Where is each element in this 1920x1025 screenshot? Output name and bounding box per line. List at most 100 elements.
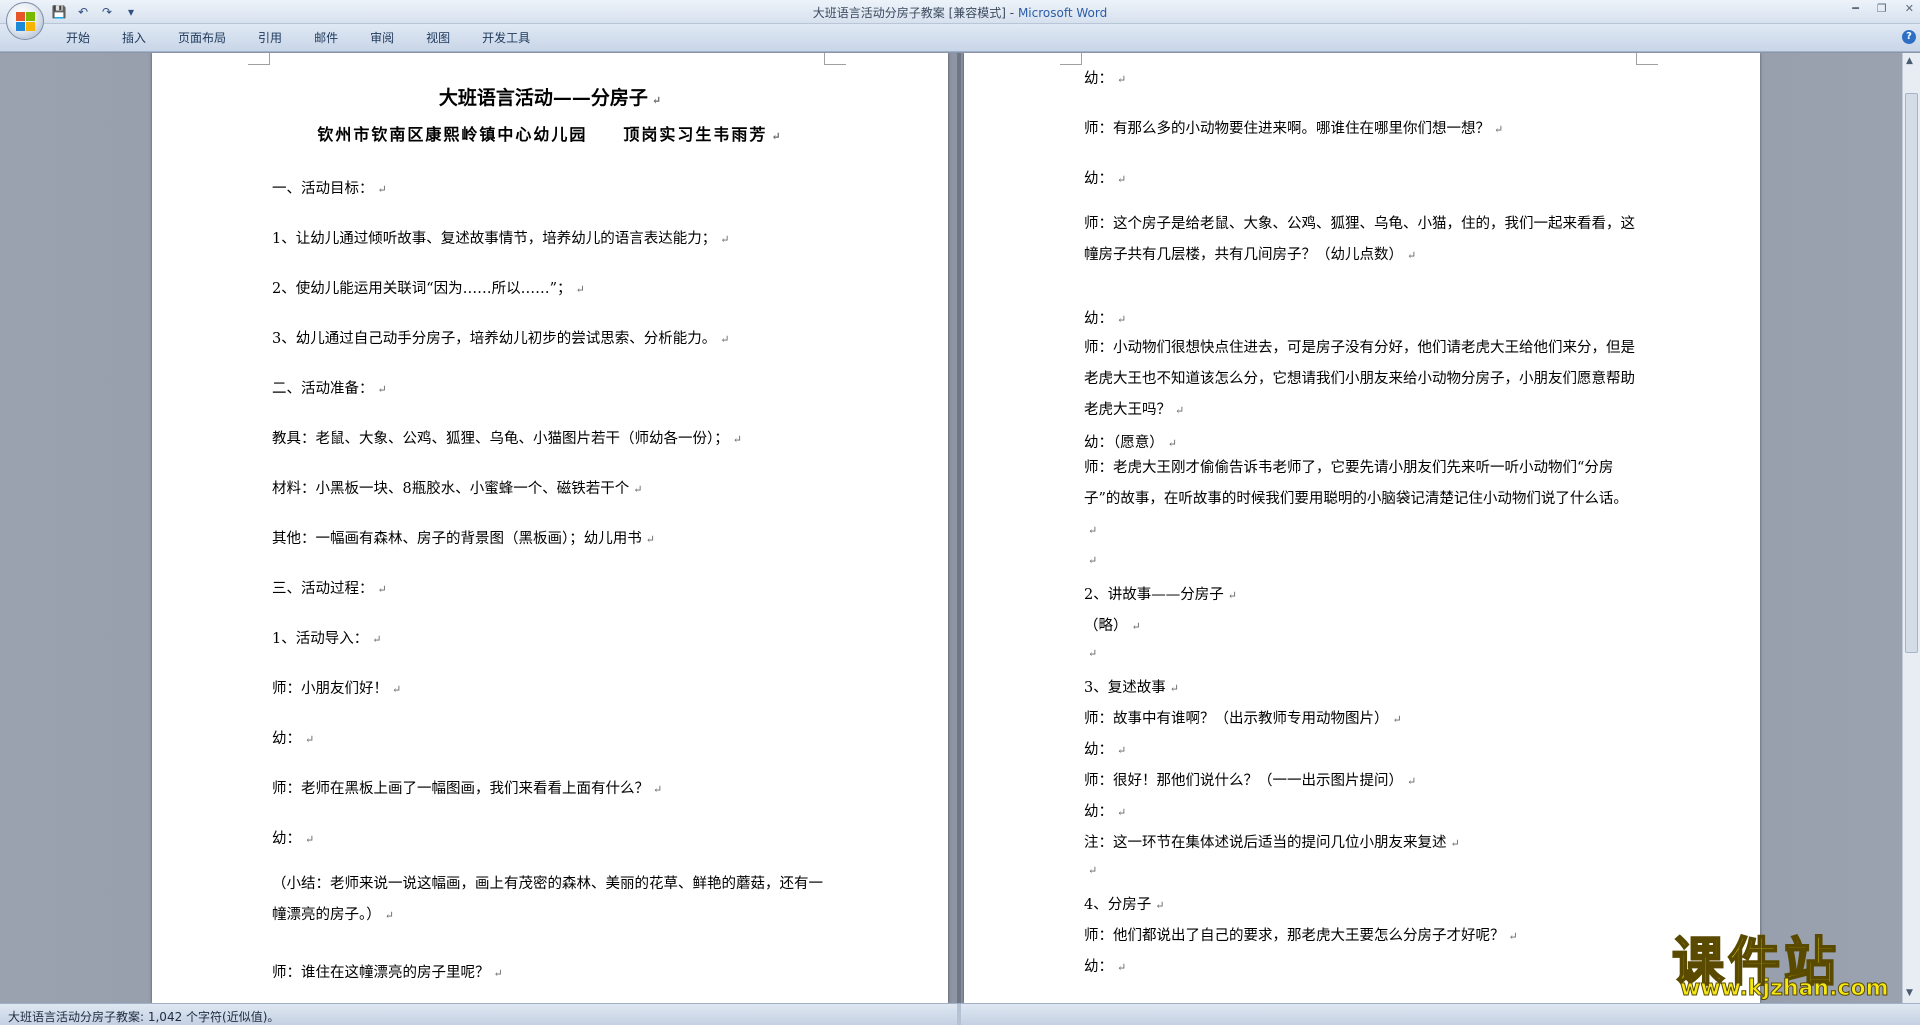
- paragraph-text: 幼：: [272, 831, 301, 847]
- paragraph: 三、活动过程：: [272, 577, 387, 598]
- paragraph-mark: [1451, 837, 1460, 850]
- scroll-thumb[interactable]: [1905, 93, 1918, 653]
- paragraph: （略）: [1084, 614, 1141, 635]
- paragraph-mark: [733, 433, 742, 446]
- paragraph-text: 师：小动物们很想快点住进去，可是房子没有分好，他们请老虎大王给他们来分，但是老虎…: [1084, 340, 1635, 418]
- close-icon[interactable]: ✕: [1905, 2, 1914, 15]
- paragraph: 师：小朋友们好！: [272, 677, 401, 698]
- paragraph: 师：有那么多的小动物要住进来啊。哪谁住在哪里你们想一想？: [1084, 117, 1503, 138]
- restore-icon[interactable]: ❐: [1877, 2, 1887, 15]
- paragraph-mark: [1168, 437, 1177, 450]
- paragraph-mark: [378, 383, 387, 396]
- paragraph: [1084, 862, 1097, 878]
- paragraph: [1084, 645, 1097, 661]
- paragraph-text: 3、复述故事: [1084, 680, 1166, 696]
- paragraph: 师：谁住在这幢漂亮的房子里呢？: [272, 961, 503, 982]
- paragraph: 师：故事中有谁啊？（出示教师专用动物图片）: [1084, 707, 1402, 728]
- paragraph-text: 师：这个房子是给老鼠、大象、公鸡、狐狸、乌龟、小猫，住的，我们一起来看看，这幢房…: [1084, 216, 1635, 263]
- paragraph-mark: [1117, 173, 1126, 186]
- paragraph-text: 3、幼儿通过自己动手分房子，培养幼儿初步的尝试思索、分析能力。: [272, 331, 717, 347]
- paragraph: 1、让幼儿通过倾听故事、复述故事情节，培养幼儿的语言表达能力；: [272, 227, 729, 248]
- heading-text: 大班语言活动——分房子: [438, 87, 648, 109]
- paragraph-text: 1、让幼儿通过倾听故事、复述故事情节，培养幼儿的语言表达能力；: [272, 231, 717, 247]
- status-divider: [957, 1004, 961, 1025]
- status-bar: 大班语言活动分房子教案: 1,042 个字符(近似值)。: [0, 1003, 1920, 1025]
- tab-page-layout[interactable]: 页面布局: [162, 30, 242, 46]
- subheading-text: 钦州市钦南区康熙岭镇中心幼儿园 顶岗实习生韦雨芳: [317, 125, 768, 144]
- ribbon: 开始 插入 页面布局 引用 邮件 审阅 视图 开发工具 ?: [0, 24, 1920, 52]
- tab-insert[interactable]: 插入: [106, 30, 162, 46]
- title-bar: 💾 ↶ ↷ ▾ 大班语言活动分房子教案 [兼容模式] - Microsoft W…: [0, 0, 1920, 24]
- paragraph-text: 幼：（愿意）: [1084, 435, 1164, 451]
- tab-view[interactable]: 视图: [410, 30, 466, 46]
- tab-references[interactable]: 引用: [242, 30, 298, 46]
- paragraph: 师：小动物们很想快点住进去，可是房子没有分好，他们请老虎大王给他们来分，但是老虎…: [1084, 333, 1640, 426]
- paragraph-text: （小结：老师来说一说这幅画，画上有茂密的森林、美丽的花草、鲜艳的蘑菇，还有一幢漂…: [272, 876, 823, 923]
- tab-developer[interactable]: 开发工具: [466, 30, 546, 46]
- paragraph-text: 师：他们都说出了自己的要求，那老虎大王要怎么分房子才好呢？: [1084, 928, 1505, 944]
- office-button[interactable]: [6, 2, 44, 40]
- paragraph: 二、活动准备：: [272, 377, 387, 398]
- paragraph: 其他：一幅画有森林、房子的背景图（黑板画）；幼儿用书: [272, 527, 655, 548]
- paragraph-mark: [378, 583, 387, 596]
- paragraph-mark: [1407, 249, 1416, 262]
- paragraph-text: 师：有那么多的小动物要住进来啊。哪谁住在哪里你们想一想？: [1084, 121, 1490, 137]
- paragraph-text: （略）: [1084, 618, 1128, 634]
- paragraph: 幼：: [1084, 955, 1126, 976]
- page-left[interactable]: 大班语言活动——分房子 钦州市钦南区康熙岭镇中心幼儿园 顶岗实习生韦雨芳 一、活…: [152, 53, 948, 1003]
- paragraph-text: 幼：: [1084, 742, 1113, 758]
- paragraph-mark: [1175, 404, 1184, 417]
- tab-mailings[interactable]: 邮件: [298, 30, 354, 46]
- paragraph-text: 其他：一幅画有森林、房子的背景图（黑板画）；幼儿用书: [272, 531, 642, 547]
- paragraph: 3、复述故事: [1084, 676, 1179, 697]
- paragraph-text: 师：故事中有谁啊？（出示教师专用动物图片）: [1084, 711, 1389, 727]
- status-text[interactable]: 大班语言活动分房子教案: 1,042 个字符(近似值)。: [8, 1008, 279, 1025]
- paragraph-text: 师：老虎大王刚才偷偷告诉韦老师了，它要先请小朋友们先来听一听小动物们“分房子”的…: [1084, 460, 1628, 507]
- paragraph-mark: [720, 333, 729, 346]
- title-separator: -: [1005, 6, 1018, 20]
- tab-home[interactable]: 开始: [50, 30, 106, 46]
- vertical-scrollbar[interactable]: ▲ ▼: [1902, 53, 1920, 1003]
- page-right[interactable]: 幼： 师：有那么多的小动物要住进来啊。哪谁住在哪里你们想一想？ 幼： 师：这个房…: [964, 53, 1760, 1003]
- paragraph-text: 1、活动导入：: [272, 631, 369, 647]
- paragraph: 幼：: [272, 827, 314, 848]
- paragraph: 一、活动目标：: [272, 177, 387, 198]
- paragraph: 师：很好！那他们说什么？（一一出示图片提问）: [1084, 769, 1416, 790]
- paragraph-text: 师：很好！那他们说什么？（一一出示图片提问）: [1084, 773, 1403, 789]
- paragraph: 幼：: [1084, 67, 1126, 88]
- document-subheading: 钦州市钦南区康熙岭镇中心幼儿园 顶岗实习生韦雨芳: [152, 121, 948, 145]
- paragraph-mark: [771, 130, 782, 143]
- paragraph-mark: [1088, 524, 1097, 537]
- paragraph: 师：他们都说出了自己的要求，那老虎大王要怎么分房子才好呢？: [1084, 924, 1518, 945]
- document-title: 大班语言活动分房子教案 [兼容模式]: [812, 6, 1006, 20]
- paragraph: 教具：老鼠、大象、公鸡、狐狸、乌龟、小猫图片若干（师幼各一份）；: [272, 427, 742, 448]
- paragraph-mark: [305, 733, 314, 746]
- paragraph-mark: [1170, 682, 1179, 695]
- paragraph: 幼：: [1084, 307, 1126, 328]
- help-icon[interactable]: ?: [1902, 30, 1916, 44]
- paragraph: （小结：老师来说一说这幅画，画上有茂密的森林、美丽的花草、鲜艳的蘑菇，还有一幢漂…: [272, 869, 828, 931]
- watermark: 课件站 www.kjzhan.com: [1671, 920, 1912, 1002]
- paragraph-text: 4、分房子: [1084, 897, 1152, 913]
- paragraph: 幼：: [1084, 167, 1126, 188]
- paragraph-mark: [1228, 589, 1237, 602]
- paragraph: 3、幼儿通过自己动手分房子，培养幼儿初步的尝试思索、分析能力。: [272, 327, 729, 348]
- paragraph: 2、讲故事——分房子: [1084, 583, 1237, 604]
- paragraph-mark: [1117, 961, 1126, 974]
- tab-review[interactable]: 审阅: [354, 30, 410, 46]
- app-name: Microsoft Word: [1017, 6, 1108, 20]
- paragraph-mark: [1088, 554, 1097, 567]
- crop-mark: [1060, 53, 1082, 65]
- paragraph-text: 幼：: [1084, 959, 1113, 975]
- paragraph-text: 教具：老鼠、大象、公鸡、狐狸、乌龟、小猫图片若干（师幼各一份）；: [272, 431, 729, 447]
- paragraph: 注：这一环节在集体述说后适当的提问几位小朋友来复述: [1084, 831, 1460, 852]
- paragraph-mark: [1117, 73, 1126, 86]
- document-workspace: 大班语言活动——分房子 钦州市钦南区康熙岭镇中心幼儿园 顶岗实习生韦雨芳 一、活…: [0, 53, 1902, 1003]
- paragraph: 幼：（愿意）: [1084, 431, 1177, 452]
- paragraph-text: 2、使幼儿能运用关联词“因为……所以……”；: [272, 281, 572, 297]
- scroll-up-icon[interactable]: ▲: [1906, 56, 1913, 66]
- paragraph-mark: [652, 94, 661, 107]
- paragraph: 师：老虎大王刚才偷偷告诉韦老师了，它要先请小朋友们先来听一听小动物们“分房子”的…: [1084, 453, 1640, 546]
- minimize-icon[interactable]: ━: [1852, 2, 1859, 15]
- paragraph: 1、活动导入：: [272, 627, 381, 648]
